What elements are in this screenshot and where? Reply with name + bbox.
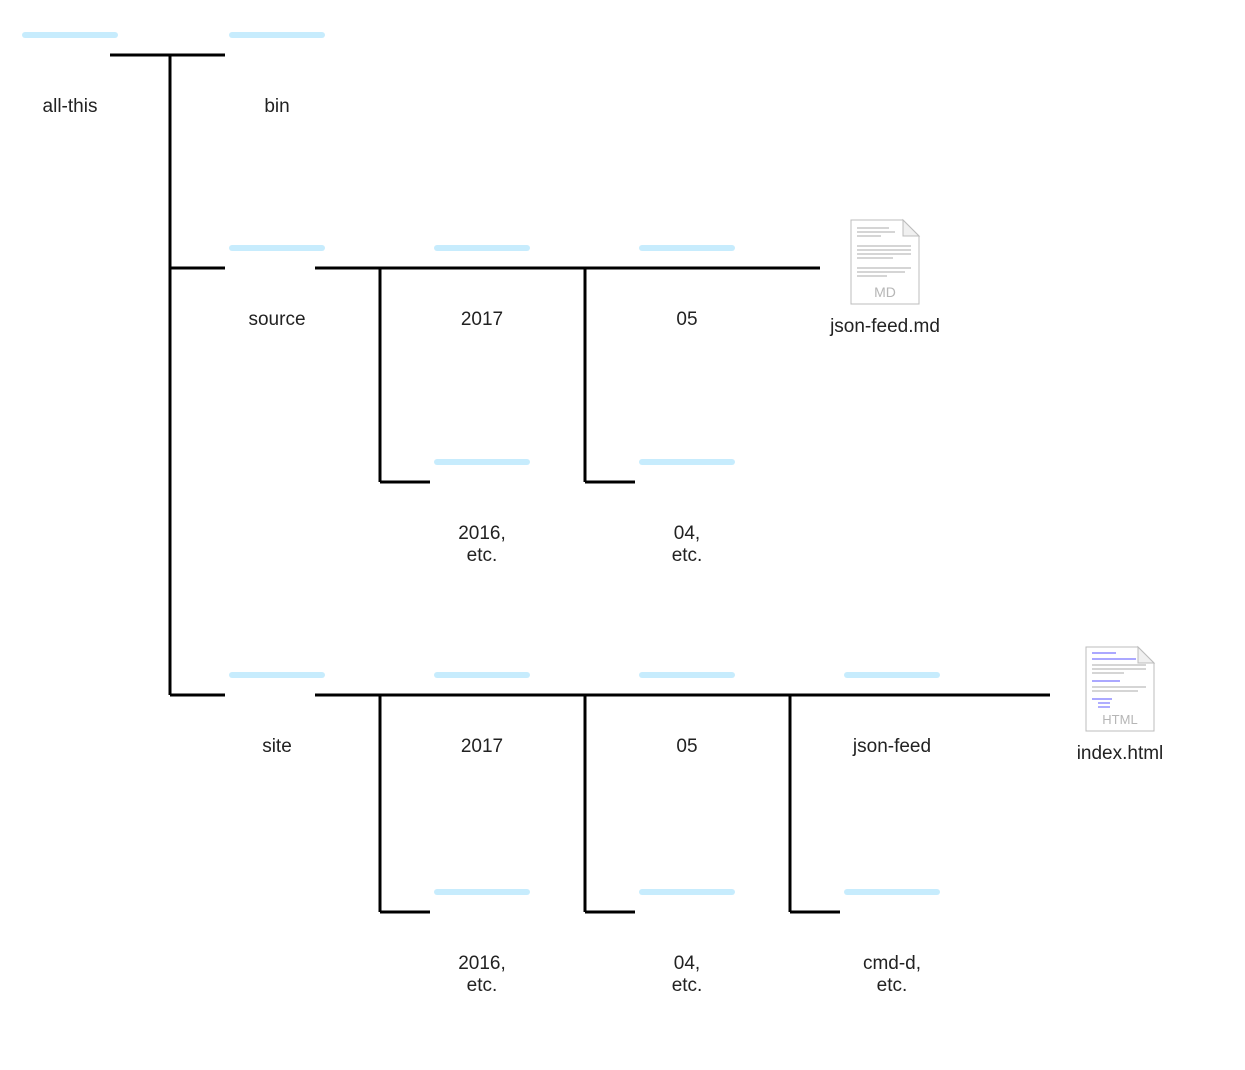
folder-icon [430,225,534,303]
folder-json-feed: json-feed [822,652,962,758]
folder-all-this: all-this [0,12,140,118]
folder-label: cmd-d, etc. [863,953,921,997]
folder-source-2016-etc: 2016, etc. [412,439,552,567]
folder-icon [225,652,329,730]
document-icon: HTML [1076,645,1164,737]
folder-source-2017: 2017 [412,225,552,331]
folder-icon [635,439,739,517]
folder-cmd-d-etc: cmd-d, etc. [822,869,962,997]
folder-bin: bin [207,12,347,118]
file-json-feed-md: MD json-feed.md [815,218,955,338]
folder-label: 2016, etc. [458,953,506,997]
folder-icon [430,869,534,947]
folder-icon [635,869,739,947]
folder-site-05: 05 [617,652,757,758]
folder-icon [18,12,122,90]
file-extension-badge: HTML [1102,712,1137,727]
folder-label: 2017 [461,309,503,331]
folder-source-04-etc: 04, etc. [617,439,757,567]
folder-icon [225,225,329,303]
file-label: index.html [1077,743,1164,765]
folder-icon [635,225,739,303]
folder-icon [430,439,534,517]
folder-label: 2016, etc. [458,523,506,567]
folder-site: site [207,652,347,758]
file-index-html: HTML index.html [1050,645,1190,765]
folder-label: source [248,309,305,331]
folder-label: 2017 [461,736,503,758]
folder-label: 05 [676,736,697,758]
folder-label: 05 [676,309,697,331]
folder-source: source [207,225,347,331]
diagram-canvas: all-this bin source 2017 05 [0,0,1245,1070]
file-label: json-feed.md [830,316,940,338]
folder-icon [225,12,329,90]
folder-label: 04, etc. [672,953,703,997]
folder-label: all-this [43,96,98,118]
file-extension-badge: MD [874,284,896,300]
folder-source-05: 05 [617,225,757,331]
folder-icon [840,869,944,947]
document-icon: MD [841,218,929,310]
folder-label: site [262,736,292,758]
folder-icon [840,652,944,730]
folder-label: bin [264,96,289,118]
folder-icon [430,652,534,730]
folder-label: json-feed [853,736,931,758]
folder-site-2017: 2017 [412,652,552,758]
folder-site-2016-etc: 2016, etc. [412,869,552,997]
folder-icon [635,652,739,730]
folder-label: 04, etc. [672,523,703,567]
folder-site-04-etc: 04, etc. [617,869,757,997]
